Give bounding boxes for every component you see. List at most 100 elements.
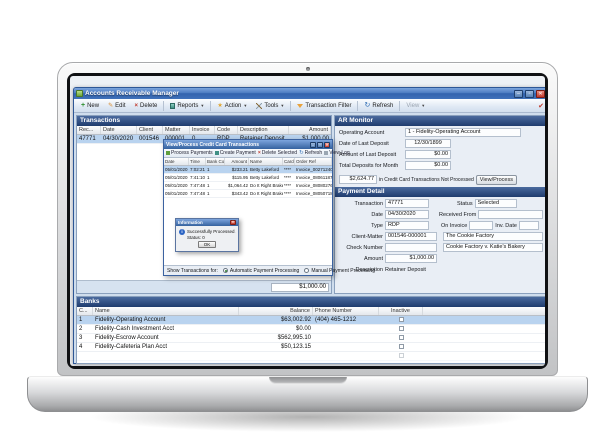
received-from-field[interactable]: [478, 210, 543, 219]
view-menu-button[interactable]: View▼: [402, 101, 429, 111]
dialog-close-button[interactable]: ✕: [324, 142, 330, 148]
col-header-rec[interactable]: Rec...: [77, 126, 101, 134]
cc-row[interactable]: 05/01/2020 7:02:21 1 $233.21 Betty Lakef…: [164, 166, 332, 174]
process-payments-button[interactable]: Process Payments: [166, 150, 213, 156]
dialog-minimize-button[interactable]: –: [310, 142, 316, 148]
radio-icon: [223, 268, 228, 273]
action-menu-button[interactable]: ★Action▼: [213, 100, 251, 111]
operating-account-field[interactable]: 1 - Fidelity-Operating Account: [405, 128, 521, 137]
ok-button[interactable]: OK: [198, 241, 216, 248]
chevron-down-icon: ▼: [421, 103, 425, 108]
col-header-matter[interactable]: Matter: [163, 126, 190, 134]
pd-row-check-number: Check Number Cookie Factory v. Katie's B…: [339, 243, 543, 252]
chevron-down-icon: ▼: [200, 103, 204, 108]
minimize-button[interactable]: –: [514, 90, 523, 98]
delete-selected-button[interactable]: ×Delete Selected: [258, 150, 297, 156]
last-deposit-date-row: Date of Last Deposit 12/30/1899: [339, 139, 543, 148]
col-header-invoice[interactable]: Invoice: [190, 126, 215, 134]
refresh-icon: ↻: [364, 103, 370, 109]
cc-row[interactable]: 05/01/2020 7:47:48 1 $343.42 Do It Right…: [164, 190, 332, 198]
edit-button[interactable]: ✎Edit: [104, 100, 129, 111]
col-header-balance[interactable]: Balance: [239, 307, 313, 315]
bank-row[interactable]: 2 Fidelity-Cash Investment Acct $0.00: [77, 325, 545, 334]
col-header-date[interactable]: Date: [101, 126, 137, 134]
col-header-name[interactable]: Name: [249, 158, 283, 165]
col-header-amount[interactable]: Amount: [289, 126, 331, 134]
amount-field[interactable]: $1,000.00: [385, 254, 437, 263]
col-header-card[interactable]: Card #: [283, 158, 295, 165]
cell-bank-name: Fidelity-Cafeteria Plan Acct: [93, 343, 239, 351]
date-field[interactable]: 04/30/2020: [385, 210, 429, 219]
view-process-button[interactable]: View/Process: [476, 175, 517, 185]
col-header-date[interactable]: Date: [164, 158, 189, 165]
col-header-time[interactable]: Time: [189, 158, 206, 165]
message-box-title: Information: [178, 220, 230, 225]
create-payment-button[interactable]: Create Payment: [215, 150, 256, 156]
manual-processing-radio[interactable]: Manual Payment Processing: [304, 268, 375, 274]
col-header-filler: [423, 307, 545, 315]
col-header-amount[interactable]: Amount: [225, 158, 249, 165]
col-header-bank-code[interactable]: C...: [77, 307, 93, 315]
bank-row[interactable]: 3 Fidelity-Escrow Account $562,995.10: [77, 334, 545, 343]
message-box-titlebar[interactable]: Information ✕: [176, 219, 238, 226]
cell-card: ****: [283, 190, 295, 197]
close-button[interactable]: ✕: [536, 90, 545, 98]
col-header-bank-name[interactable]: Name: [93, 307, 239, 315]
month-deposits-field[interactable]: $0.00: [405, 161, 451, 170]
operating-account-label: Operating Account: [339, 130, 405, 136]
maximize-button[interactable]: ▫: [525, 90, 534, 98]
inactive-checkbox[interactable]: [399, 335, 404, 340]
bank-row[interactable]: 1 Fidelity-Operating Account $63,002.92 …: [77, 316, 545, 325]
bank-row[interactable]: 4 Fidelity-Cafeteria Plan Acct $50,123.1…: [77, 343, 545, 352]
inactive-checkbox[interactable]: [399, 326, 404, 331]
information-message-box: Information ✕ i Successfully Processed 4…: [175, 218, 239, 252]
message-box-close-button[interactable]: ✕: [230, 220, 236, 225]
refresh-button[interactable]: ↻Refresh: [360, 101, 397, 111]
check-number-field[interactable]: [385, 243, 437, 252]
show-transactions-label: Show Transactions for:: [167, 268, 218, 274]
cc-row[interactable]: 05/01/2020 7:47:48 1 $1,064.42 Do It Rig…: [164, 182, 332, 190]
cell-bank-code: [77, 352, 93, 360]
col-header-order-ref[interactable]: Order Ref: [295, 158, 332, 165]
type-label: Type: [339, 223, 385, 229]
cell-bank-code: 1: [206, 166, 225, 173]
col-header-phone[interactable]: Phone Number: [313, 307, 379, 315]
cell-phone: [313, 343, 379, 351]
transaction-field[interactable]: 47771: [385, 199, 429, 208]
tools-menu-button[interactable]: Tools▼: [252, 101, 288, 111]
transaction-filter-button[interactable]: Transaction Filter: [293, 101, 355, 111]
cell-order-ref: Invoice_08050718: [295, 190, 332, 197]
last-deposit-date-field[interactable]: 12/30/1899: [405, 139, 451, 148]
automatic-processing-radio[interactable]: Automatic Payment Processing: [223, 268, 299, 274]
month-deposits-label: Total Deposits for Month: [339, 163, 405, 169]
app-titlebar[interactable]: Accounts Receivable Manager – ▫ ✕: [74, 88, 545, 99]
on-invoice-field[interactable]: [469, 221, 493, 230]
matter-description-field[interactable]: Cookie Factory v. Katie's Bakery: [443, 243, 543, 252]
col-header-inactive[interactable]: Inactive: [379, 307, 423, 315]
dialog-refresh-button[interactable]: ↻Refresh: [299, 150, 322, 156]
last-deposit-amount-field[interactable]: $0.00: [405, 150, 451, 159]
cell-phone: (404) 465-1212: [313, 316, 379, 324]
cell-date: 04/30/2020: [101, 135, 137, 143]
inactive-checkbox[interactable]: [399, 344, 404, 349]
status-field[interactable]: Selected: [475, 199, 517, 208]
view-log-button[interactable]: View Log: [324, 150, 349, 156]
col-header-code[interactable]: Code: [215, 126, 238, 134]
inactive-checkbox[interactable]: [399, 317, 404, 322]
client-matter-field[interactable]: 001546-000001: [385, 232, 437, 241]
cc-row[interactable]: 05/01/2020 7:41:10 1 $115.95 Betty Lakef…: [164, 174, 332, 182]
col-header-description[interactable]: Description: [238, 126, 289, 134]
cell-bank-code: 1: [206, 190, 225, 197]
inactive-checkbox[interactable]: [399, 353, 404, 358]
type-field[interactable]: RDP: [385, 221, 429, 230]
delete-button[interactable]: ×Delete: [130, 101, 161, 111]
col-header-bank-code[interactable]: Bank Code: [206, 158, 225, 165]
inv-date-field[interactable]: [519, 221, 539, 230]
bank-row-clipped[interactable]: [77, 352, 545, 361]
client-matter-name-field[interactable]: The Cookie Factory: [443, 232, 543, 241]
reports-menu-button[interactable]: Reports▼: [166, 101, 208, 111]
col-header-client[interactable]: Client: [137, 126, 163, 134]
cc-dialog-titlebar[interactable]: View/Process Credit Card Transactions – …: [164, 140, 332, 149]
dialog-maximize-button[interactable]: ▫: [317, 142, 323, 148]
new-button[interactable]: +New: [77, 100, 103, 111]
